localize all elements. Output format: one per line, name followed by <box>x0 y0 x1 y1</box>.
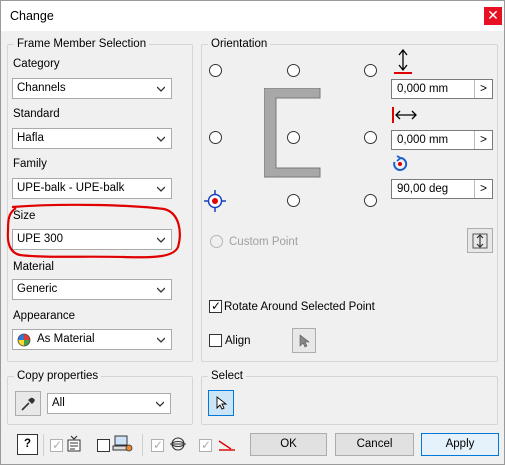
anchor-top-center-radio[interactable] <box>287 64 300 77</box>
properties-icon <box>67 435 81 452</box>
rotation-measure-button[interactable]: > <box>474 180 492 198</box>
color-wheel-icon <box>17 333 31 347</box>
cancel-button[interactable]: Cancel <box>335 433 414 456</box>
cursor-arrow-icon <box>216 396 228 410</box>
option-checkbox-4[interactable] <box>199 437 212 453</box>
anchor-middle-right-radio[interactable] <box>364 131 377 144</box>
flip-icon <box>472 233 488 249</box>
cursor-arrow-icon <box>299 334 310 348</box>
anchor-bottom-left-selected-icon[interactable] <box>203 189 227 213</box>
copy-properties-title: Copy properties <box>14 370 102 383</box>
help-button[interactable]: ? <box>17 434 38 455</box>
vertical-offset-input[interactable]: 0,000 mm > <box>391 79 493 99</box>
material-value: Generic <box>17 283 58 295</box>
title-bar: Change ✕ <box>1 1 504 31</box>
rotate-around-label: Rotate Around Selected Point <box>224 301 375 313</box>
frame-member-selection-title: Frame Member Selection <box>14 38 150 51</box>
rotation-value: 90,00 deg <box>397 183 449 195</box>
material-dropdown[interactable]: Generic <box>12 279 172 300</box>
horizontal-offset-icon <box>392 107 417 123</box>
category-value: Channels <box>17 82 66 94</box>
custom-point-label: Custom Point <box>229 236 299 248</box>
channel-profile-icon <box>264 88 321 178</box>
select-title: Select <box>208 370 246 383</box>
standard-dropdown[interactable]: Hafla <box>12 128 172 149</box>
family-label: Family <box>13 158 47 170</box>
flip-button[interactable] <box>467 228 493 253</box>
select-pick-button[interactable] <box>208 390 234 416</box>
horizontal-offset-input[interactable]: 0,000 mm > <box>391 130 493 150</box>
appearance-label: Appearance <box>13 310 76 322</box>
size-highlight-annotation <box>6 203 181 259</box>
family-dropdown[interactable]: UPE-balk - UPE-balk <box>12 178 172 199</box>
custom-point-radio[interactable] <box>210 235 223 248</box>
sphere-axis-icon <box>170 437 186 451</box>
angle-icon <box>218 440 235 451</box>
category-dropdown[interactable]: Channels <box>12 78 172 99</box>
anchor-bottom-right-radio[interactable] <box>364 194 377 207</box>
anchor-bottom-center-radio[interactable] <box>287 194 300 207</box>
change-dialog: Change ✕ Frame Member Selection Category… <box>0 0 505 465</box>
select-group: Select <box>201 370 498 425</box>
anchor-middle-left-radio[interactable] <box>209 131 222 144</box>
rotation-icon <box>393 155 408 171</box>
option-checkbox-3[interactable] <box>151 437 164 453</box>
align-checkbox[interactable] <box>209 334 222 347</box>
ok-label: OK <box>280 438 297 450</box>
appearance-value: As Material <box>37 333 95 345</box>
apply-label: Apply <box>445 438 475 450</box>
align-pick-button[interactable] <box>292 328 316 353</box>
chevron-down-icon <box>157 337 165 343</box>
user-settings-icon <box>112 435 133 452</box>
help-icon: ? <box>23 438 32 450</box>
copy-properties-pick-button[interactable] <box>15 391 41 416</box>
vertical-offset-measure-button[interactable]: > <box>474 80 492 98</box>
option-checkbox-1[interactable] <box>50 437 63 453</box>
vertical-offset-icon <box>394 49 412 74</box>
horizontal-offset-value: 0,000 mm <box>397 134 449 146</box>
copy-properties-dropdown[interactable]: All <box>47 393 171 414</box>
option-checkbox-2[interactable] <box>97 439 110 452</box>
chevron-down-icon <box>157 287 165 293</box>
ok-button[interactable]: OK <box>250 433 327 456</box>
vertical-offset-value: 0,000 mm <box>397 83 449 95</box>
toolbar-separator <box>142 434 143 456</box>
anchor-top-right-radio[interactable] <box>364 64 377 77</box>
orientation-title: Orientation <box>208 38 271 51</box>
chevron-down-icon <box>157 186 165 192</box>
family-value: UPE-balk - UPE-balk <box>17 182 125 194</box>
appearance-dropdown[interactable]: As Material <box>12 329 172 350</box>
horizontal-offset-measure-button[interactable]: > <box>474 131 492 149</box>
standard-label: Standard <box>13 108 60 120</box>
chevron-down-icon <box>157 136 165 142</box>
material-label: Material <box>13 261 54 273</box>
category-label: Category <box>13 58 60 70</box>
chevron-down-icon <box>157 86 165 92</box>
align-label: Align <box>225 335 251 347</box>
standard-value: Hafla <box>17 132 44 144</box>
apply-button[interactable]: Apply <box>421 433 499 456</box>
cancel-label: Cancel <box>356 438 393 450</box>
rotation-input[interactable]: 90,00 deg > <box>391 179 493 199</box>
rotate-around-checkbox[interactable] <box>209 298 222 314</box>
chevron-down-icon <box>156 401 164 407</box>
anchor-top-left-radio[interactable] <box>209 64 222 77</box>
toolbar-separator <box>43 434 44 456</box>
copy-properties-value: All <box>52 397 65 409</box>
close-button[interactable]: ✕ <box>484 7 502 25</box>
window-title: Change <box>10 9 54 23</box>
eyedropper-icon <box>21 397 35 411</box>
